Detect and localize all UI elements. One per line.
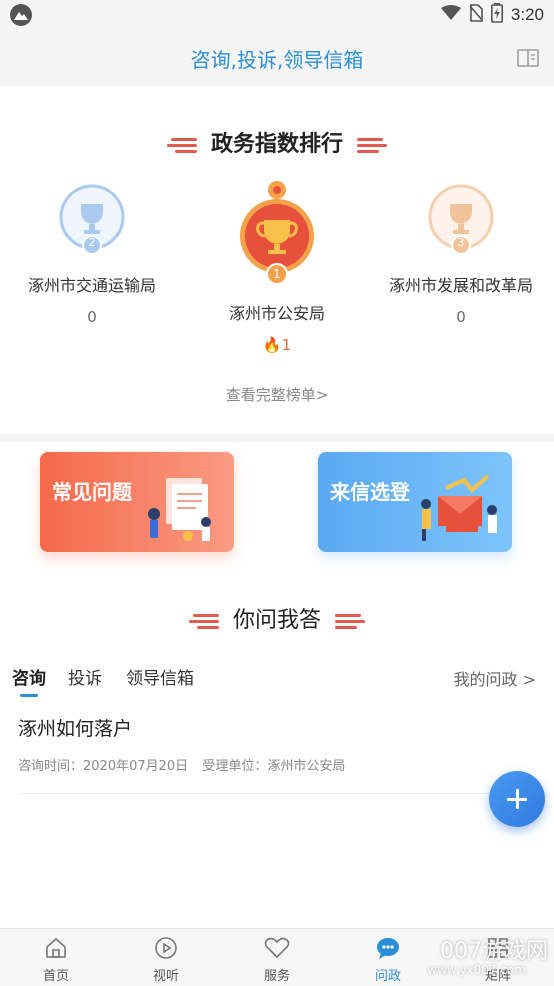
letters-card-label: 来信选登: [330, 480, 410, 504]
rank-count-row: 🔥1: [185, 336, 369, 354]
status-icons: 3:20: [440, 3, 544, 27]
silver-trophy-icon: 2: [59, 184, 125, 256]
tab-consult[interactable]: 咨询: [12, 664, 46, 689]
nav-item-inquiry[interactable]: 问政: [348, 935, 428, 984]
book-icon[interactable]: [516, 48, 540, 68]
nav-item-home[interactable]: 首页: [16, 935, 96, 984]
list-item[interactable]: 涿州如何落户 咨询时间：2020年07月20日 受理单位：涿州市公安局: [18, 714, 518, 794]
title-decoration: [187, 612, 220, 630]
tab-complaint[interactable]: 投诉: [68, 664, 102, 689]
rank-name: 涿州市发展和改革局: [388, 276, 533, 295]
title-decoration: [356, 136, 389, 154]
ranking-title: 政务指数排行: [210, 132, 343, 157]
rank-number: 1: [273, 267, 281, 281]
gold-trophy-icon: 1: [237, 178, 317, 290]
home-icon: [16, 935, 96, 961]
mountain-icon: [10, 4, 32, 26]
nav-label: 服务: [263, 969, 290, 984]
ranking-section: 政务指数排行 2 涿州市交通运输局 0 1 涿州市公安局 🔥1 3 涿州市发展和…: [0, 86, 554, 434]
item-title: 涿州如何落户: [18, 718, 133, 740]
rank-item-1[interactable]: 1 涿州市公安局 🔥1: [185, 178, 369, 354]
header: 咨询,投诉,领导信箱: [0, 30, 554, 86]
title-decoration: [165, 136, 198, 154]
rank-item-3[interactable]: 3 涿州市发展和改革局 0: [369, 184, 553, 326]
nav-item-service[interactable]: 服务: [237, 935, 317, 984]
status-time: 3:20: [510, 5, 544, 24]
screen: 3:20 咨询,投诉,领导信箱 政务指数排行 2 涿州市交通运输局 0 1 涿州…: [0, 0, 554, 986]
item-meta: 咨询时间：2020年07月20日 受理单位：涿州市公安局: [18, 755, 518, 774]
letters-card[interactable]: 来信选登: [318, 452, 512, 552]
rank-count: 1: [281, 336, 292, 354]
title-decoration: [334, 612, 367, 630]
qa-title-row: 你问我答: [0, 602, 554, 634]
no-sim-icon: [469, 4, 483, 26]
nav-item-media[interactable]: 视听: [126, 935, 206, 984]
watermark-url: www.yx007.com: [427, 963, 526, 977]
rank-count: 0: [456, 308, 466, 326]
rank-name: 涿州市公安局: [228, 304, 325, 323]
faq-card[interactable]: 常见问题: [40, 452, 234, 552]
bottom-nav: 首页 视听 服务 问政 矩阵 007游戏网 www.yx007.com: [0, 928, 554, 986]
rank-count: 0: [87, 308, 97, 326]
active-tab-indicator: [20, 694, 38, 697]
nav-label: 视听: [152, 969, 179, 984]
item-unit: 受理单位：涿州市公安局: [202, 759, 346, 774]
chat-icon: [348, 935, 428, 961]
item-time: 咨询时间：2020年07月20日: [18, 759, 189, 774]
battery-icon: [490, 3, 503, 27]
nav-label: 首页: [42, 969, 69, 984]
bronze-trophy-icon: 3: [428, 184, 494, 256]
documents-illustration-icon: [144, 474, 224, 548]
play-icon: [126, 935, 206, 961]
rank-number: 3: [457, 236, 465, 249]
view-full-ranking-link[interactable]: 查看完整榜单>: [0, 384, 554, 405]
tab-leader-mailbox[interactable]: 领导信箱: [126, 664, 194, 689]
wifi-icon: [440, 5, 461, 25]
add-button[interactable]: [489, 771, 545, 827]
rank-number: 2: [88, 236, 96, 249]
qa-tabs: 咨询 投诉 领导信箱 我的问政 >: [0, 664, 554, 700]
heart-icon: [237, 935, 317, 961]
section-divider: [0, 434, 554, 442]
nav-label: 问政: [374, 969, 401, 984]
mail-illustration-icon: [416, 474, 502, 548]
my-inquiries-link[interactable]: 我的问政 >: [454, 666, 537, 690]
ranking-title-row: 政务指数排行: [0, 126, 554, 158]
rank-item-2[interactable]: 2 涿州市交通运输局 0: [0, 184, 184, 326]
status-bar: 3:20: [0, 0, 554, 30]
page-title: 咨询,投诉,领导信箱: [190, 48, 364, 72]
rank-name: 涿州市交通运输局: [27, 276, 156, 295]
watermark: 007游戏网: [440, 939, 548, 964]
qa-title: 你问我答: [232, 608, 321, 633]
faq-card-label: 常见问题: [52, 480, 132, 504]
fire-icon: 🔥: [262, 336, 282, 354]
